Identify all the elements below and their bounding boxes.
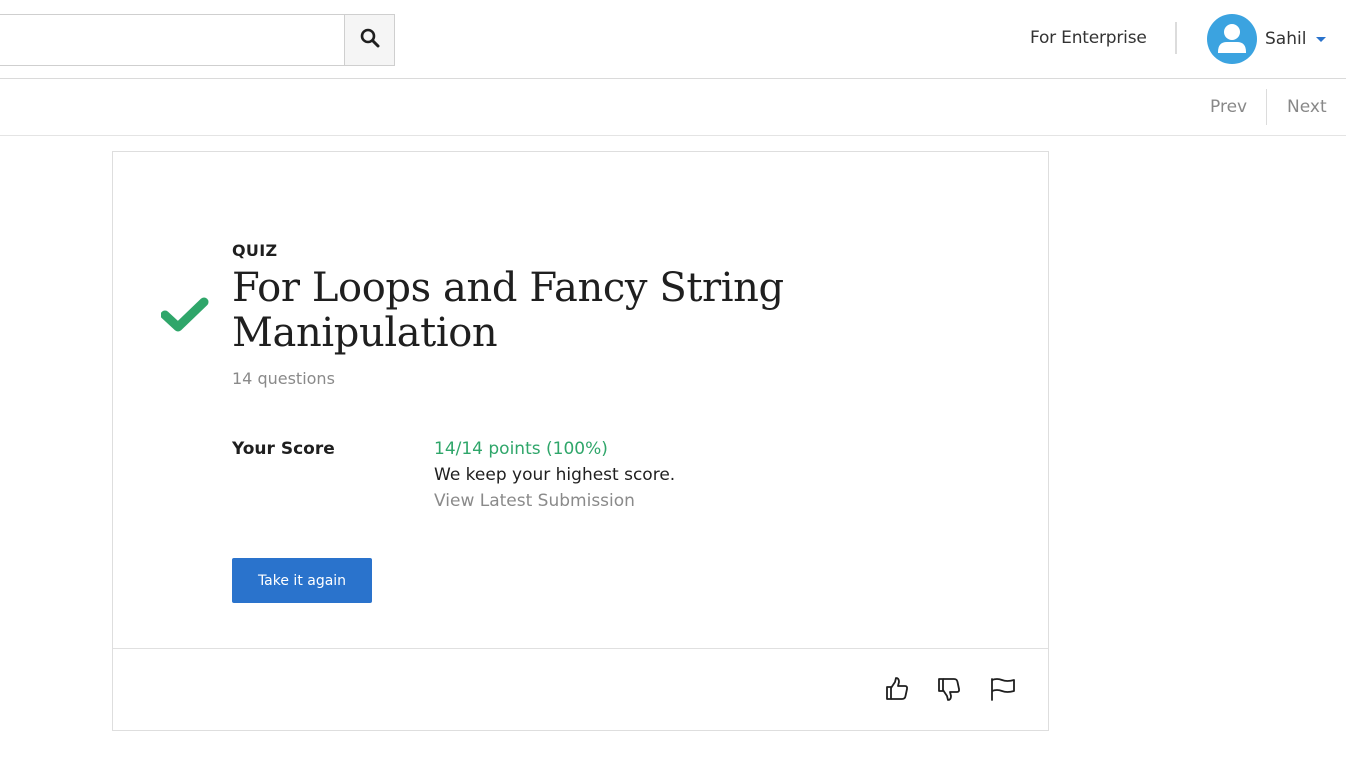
thumbs-down-icon[interactable] [935,674,963,704]
quiz-title: For Loops and Fancy String Manipulation [232,265,784,356]
search-input[interactable] [0,14,345,66]
top-header: For Enterprise Sahil [0,0,1346,79]
user-avatar-icon [1207,14,1257,64]
feedback-footer [113,648,1048,730]
question-count: 14 questions [232,369,335,388]
nav-divider [1266,89,1267,125]
quiz-card: QUIZ For Loops and Fancy String Manipula… [112,151,1049,731]
checkmark-icon [160,295,209,340]
item-navigation-bar: Prev Next [0,79,1346,136]
take-it-again-button[interactable]: Take it again [232,558,372,603]
chevron-down-icon [1316,36,1327,42]
quiz-type-label: QUIZ [232,241,278,260]
for-enterprise-link[interactable]: For Enterprise [1030,28,1147,48]
score-label: Your Score [232,439,335,459]
user-menu[interactable]: Sahil [1207,14,1327,64]
prev-link[interactable]: Prev [1210,97,1247,117]
score-value: 14/14 points (100%) [434,439,608,459]
next-link[interactable]: Next [1287,97,1327,117]
thumbs-up-icon[interactable] [883,674,911,704]
search-button[interactable] [344,14,395,66]
view-latest-submission-link[interactable]: View Latest Submission [434,491,635,511]
score-note: We keep your highest score. [434,465,676,485]
search-icon [360,28,380,53]
header-divider [1175,22,1177,54]
user-name: Sahil [1265,29,1307,49]
flag-icon[interactable] [989,674,1017,704]
